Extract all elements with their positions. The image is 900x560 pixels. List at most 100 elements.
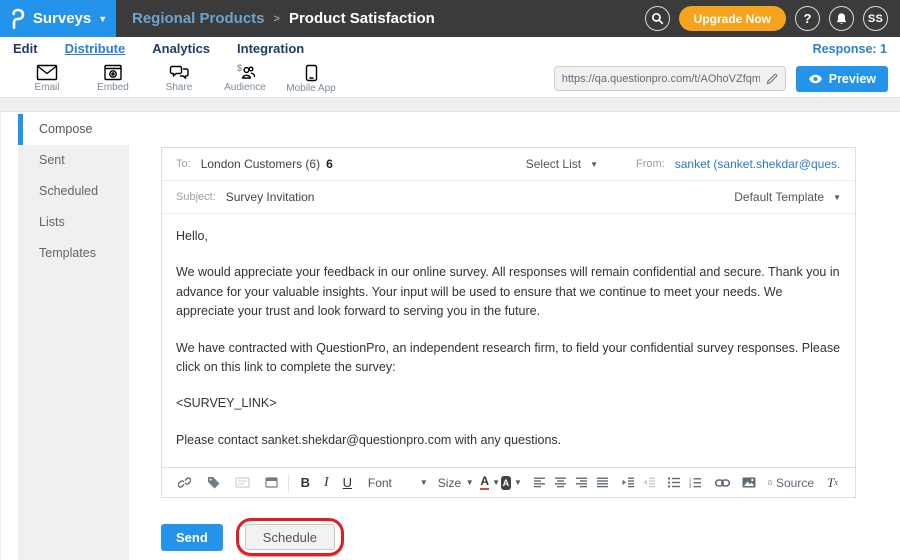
channel-embed-label: Embed [97,82,129,93]
surveys-menu[interactable]: Surveys ▼ [0,0,116,37]
indent-button[interactable] [618,472,639,494]
from-group: From: sanket (sanket.shekdar@ques... [636,157,841,171]
body-paragraph: <SURVEY_LINK> [176,394,841,413]
chevron-down-icon: ▼ [833,193,841,202]
breadcrumb-parent[interactable]: Regional Products [132,10,265,27]
schedule-button[interactable]: Schedule [245,524,335,550]
indent-icon [622,477,635,488]
distribute-channel-bar: Email Embed Share $ Audience Mobile A [0,60,900,98]
font-size-dropdown[interactable]: Size ▼ [438,476,474,490]
sidebar-item-compose[interactable]: Compose [18,114,129,145]
channel-mobile-app[interactable]: Mobile App [278,64,344,94]
from-value[interactable]: sanket (sanket.shekdar@ques... [675,157,841,171]
tab-analytics[interactable]: Analytics [152,41,210,56]
insert-link-icon [715,479,730,487]
chevron-down-icon: ▼ [590,160,598,169]
body-paragraph: We have contracted with QuestionPro, an … [176,339,841,378]
survey-nav-tabs: Edit Distribute Analytics Integration Re… [0,37,900,60]
font-family-dropdown[interactable]: Font ▼ [368,476,428,490]
underline-button[interactable]: U [337,472,358,494]
justify-button[interactable] [593,472,614,494]
preview-button[interactable]: Preview [796,66,888,92]
subject-row: Subject: Survey Invitation Default Templ… [162,181,855,214]
tag-icon [207,476,221,489]
align-left-button[interactable] [530,472,551,494]
search-icon [651,12,664,25]
merge-field-button[interactable] [232,472,253,494]
search-button[interactable] [645,6,670,31]
chevron-down-icon: ▼ [98,14,107,24]
subject-value[interactable]: Survey Invitation [226,190,315,204]
user-avatar[interactable]: SS [863,6,888,31]
response-count[interactable]: Response: 1 [813,42,887,56]
breadcrumb-current: Product Satisfaction [289,10,435,27]
bulleted-list-button[interactable] [664,472,685,494]
source-button[interactable]: a Source [768,472,814,494]
email-body-editor[interactable]: Hello, We would appreciate your feedback… [162,214,855,467]
tab-integration[interactable]: Integration [237,41,304,56]
bulleted-list-icon [668,477,681,488]
remove-format-button[interactable]: Tx [822,472,843,494]
notifications-button[interactable] [829,6,854,31]
background-color-button[interactable]: A ▼ [501,472,522,494]
align-right-button[interactable] [572,472,593,494]
eye-icon [808,74,823,84]
avatar-initials: SS [868,13,883,25]
svg-text:$: $ [237,64,242,73]
tab-distribute[interactable]: Distribute [65,41,126,56]
sidebar-item-sent[interactable]: Sent [18,145,129,176]
compose-email-card: To: London Customers (6) 6 Select List ▼… [161,147,856,498]
template-dropdown-label: Default Template [734,190,824,204]
header-actions: Upgrade Now ? SS [645,6,900,31]
bell-icon [835,12,848,26]
source-icon: a [768,476,772,489]
text-color-button[interactable]: A ▼ [480,472,501,494]
embed-media-button[interactable] [261,472,282,494]
italic-button[interactable]: I [316,472,337,494]
sidebar-item-scheduled[interactable]: Scheduled [18,176,129,207]
channel-email[interactable]: Email [14,64,80,93]
share-icon [169,64,190,81]
align-right-icon [576,477,588,488]
recipient-count[interactable]: 6 [326,157,333,171]
edit-url-icon[interactable] [766,73,778,85]
tag-button[interactable] [203,472,224,494]
body-paragraph: Please contact sanket.shekdar@questionpr… [176,431,841,450]
insert-image-button[interactable] [739,472,760,494]
template-dropdown[interactable]: Default Template ▼ [734,190,841,204]
channel-audience-label: Audience [224,82,266,93]
tab-edit[interactable]: Edit [13,41,38,56]
align-left-icon [534,477,546,488]
channel-audience[interactable]: $ Audience [212,64,278,93]
survey-url-text: https://qa.questionpro.com/t/AOhoVZfqml [562,73,760,85]
sidebar-item-templates[interactable]: Templates [18,238,129,269]
source-label: Source [776,476,814,490]
bold-button[interactable]: B [295,472,316,494]
align-center-icon [555,477,567,488]
breadcrumb: Regional Products > Product Satisfaction [132,10,435,27]
distribute-main: Compose Sent Scheduled Lists Templates T… [0,112,900,560]
breadcrumb-separator: > [274,13,280,25]
audience-icon: $ [234,64,256,81]
survey-url-field[interactable]: https://qa.questionpro.com/t/AOhoVZfqml [554,66,786,91]
channel-share[interactable]: Share [146,64,212,93]
email-sidebar: Compose Sent Scheduled Lists Templates [18,114,129,560]
help-icon: ? [804,11,812,26]
to-row: To: London Customers (6) 6 Select List ▼… [162,148,855,181]
from-label: From: [636,158,665,170]
numbered-list-button[interactable]: 123 [685,472,706,494]
channel-embed[interactable]: Embed [80,64,146,93]
insert-link-button[interactable] [712,472,733,494]
link-icon [178,476,191,489]
send-button[interactable]: Send [161,524,223,551]
select-list-dropdown[interactable]: Select List ▼ [526,157,598,171]
to-value[interactable]: London Customers (6) [201,157,320,171]
help-button[interactable]: ? [795,6,820,31]
link-button[interactable] [174,472,195,494]
upgrade-now-button[interactable]: Upgrade Now [679,6,786,31]
align-center-button[interactable] [551,472,572,494]
sidebar-item-lists[interactable]: Lists [18,207,129,238]
outdent-button[interactable] [639,472,660,494]
font-size-label: Size [438,476,466,490]
channel-share-label: Share [166,82,193,93]
